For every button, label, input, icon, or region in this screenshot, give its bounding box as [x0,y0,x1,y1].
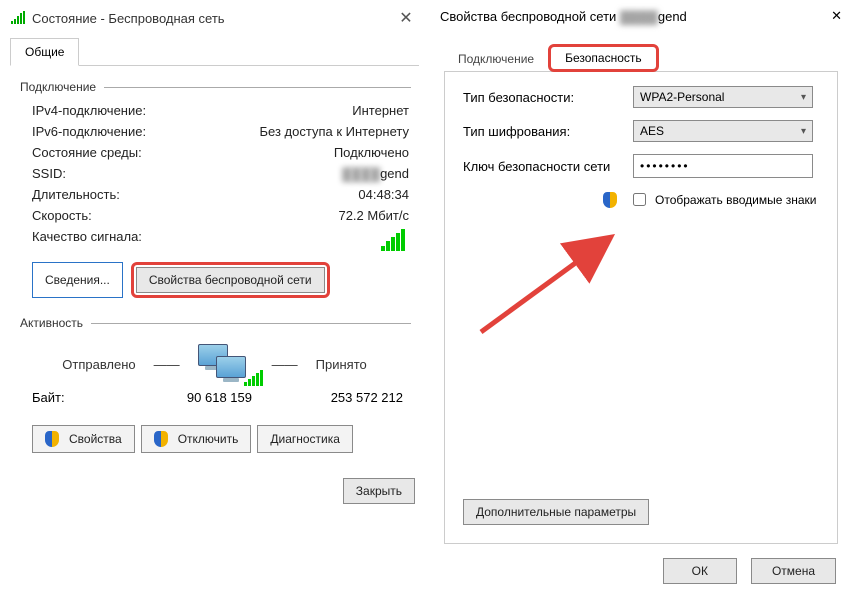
received-label: Принято [316,357,367,372]
disable-button[interactable]: Отключить [141,425,252,453]
tab-connection[interactable]: Подключение [444,46,548,72]
media-state-label: Состояние среды: [32,145,142,160]
security-key-label: Ключ безопасности сети [463,159,633,174]
advanced-settings-button[interactable]: Дополнительные параметры [463,499,649,525]
tab-security[interactable]: Безопасность [548,44,659,72]
show-characters-checkbox[interactable] [633,193,646,206]
group-connection-label: Подключение [18,80,104,94]
wifi-signal-icon [10,12,26,24]
speed-label: Скорость: [32,208,92,223]
ipv6-label: IPv6-подключение: [32,124,146,139]
monitors-icon [198,344,254,384]
chevron-down-icon: ▾ [801,92,806,103]
window-title-left: Состояние - Беспроводная сеть [32,11,393,26]
bytes-label: Байт: [32,390,142,405]
signal-bars-icon [381,229,409,251]
duration-label: Длительность: [32,187,120,202]
security-type-label: Тип безопасности: [463,90,633,105]
show-characters-label: Отображать вводимые знаки [655,193,816,207]
close-dialog-button[interactable]: Закрыть [343,478,415,504]
wireless-status-dialog: Состояние - Беспроводная сеть ✕ Общие По… [0,0,430,609]
wireless-properties-dialog: Свойства беспроводной сети ▓▓▓▓gend ✕ По… [430,0,852,609]
close-button-left[interactable]: ✕ [393,8,419,28]
duration-value: 04:48:34 [358,187,409,202]
group-connection: Подключение IPv4-подключение: Интернет IP… [18,80,411,306]
group-activity-label: Активность [18,316,91,330]
encryption-type-combo[interactable]: AES▾ [633,120,813,142]
wireless-properties-button[interactable]: Свойства беспроводной сети [136,267,325,293]
dash-right: —— [272,357,298,372]
security-key-input[interactable] [633,154,813,178]
ssid-label: SSID: [32,166,66,181]
ipv6-value: Без доступа к Интернету [259,124,409,139]
window-title-right: Свойства беспроводной сети ▓▓▓▓gend [440,9,831,24]
dash-left: —— [154,357,180,372]
security-type-combo[interactable]: WPA2-Personal▾ [633,86,813,108]
ipv4-label: IPv4-подключение: [32,103,146,118]
tab-row-right: Подключение Безопасность [444,36,838,72]
ipv4-value: Интернет [352,103,409,118]
properties-button[interactable]: Свойства [32,425,135,453]
encryption-type-label: Тип шифрования: [463,124,633,139]
annotation-arrow [471,222,631,342]
speed-value: 72.2 Мбит/с [338,208,409,223]
tab-general[interactable]: Общие [10,38,79,66]
highlight-wireless-properties: Свойства беспроводной сети [131,262,330,298]
shield-icon [45,431,59,447]
cancel-button[interactable]: Отмена [751,558,836,584]
signal-quality-label: Качество сигнала: [32,229,142,251]
sent-label: Отправлено [62,357,135,372]
titlebar-right: Свойства беспроводной сети ▓▓▓▓gend ✕ [430,0,852,26]
bytes-sent-value: 90 618 159 [142,390,252,405]
group-activity: Активность Отправлено —— —— Принято Байт… [18,316,411,461]
ssid-value: ▓▓▓▓gend [342,166,409,181]
tab-row-left: Общие [10,34,419,66]
media-state-value: Подключено [334,145,409,160]
details-button[interactable]: Сведения... [32,262,123,298]
shield-icon [603,192,617,208]
titlebar-left: Состояние - Беспроводная сеть ✕ [0,0,429,34]
close-button-right[interactable]: ✕ [831,8,842,24]
chevron-down-icon: ▾ [801,126,806,137]
ok-button[interactable]: ОК [663,558,737,584]
diagnose-button[interactable]: Диагностика [257,425,353,453]
shield-icon [154,431,168,447]
security-tab-panel: Тип безопасности: WPA2-Personal▾ Тип шиф… [444,72,838,544]
bytes-received-value: 253 572 212 [308,390,411,405]
